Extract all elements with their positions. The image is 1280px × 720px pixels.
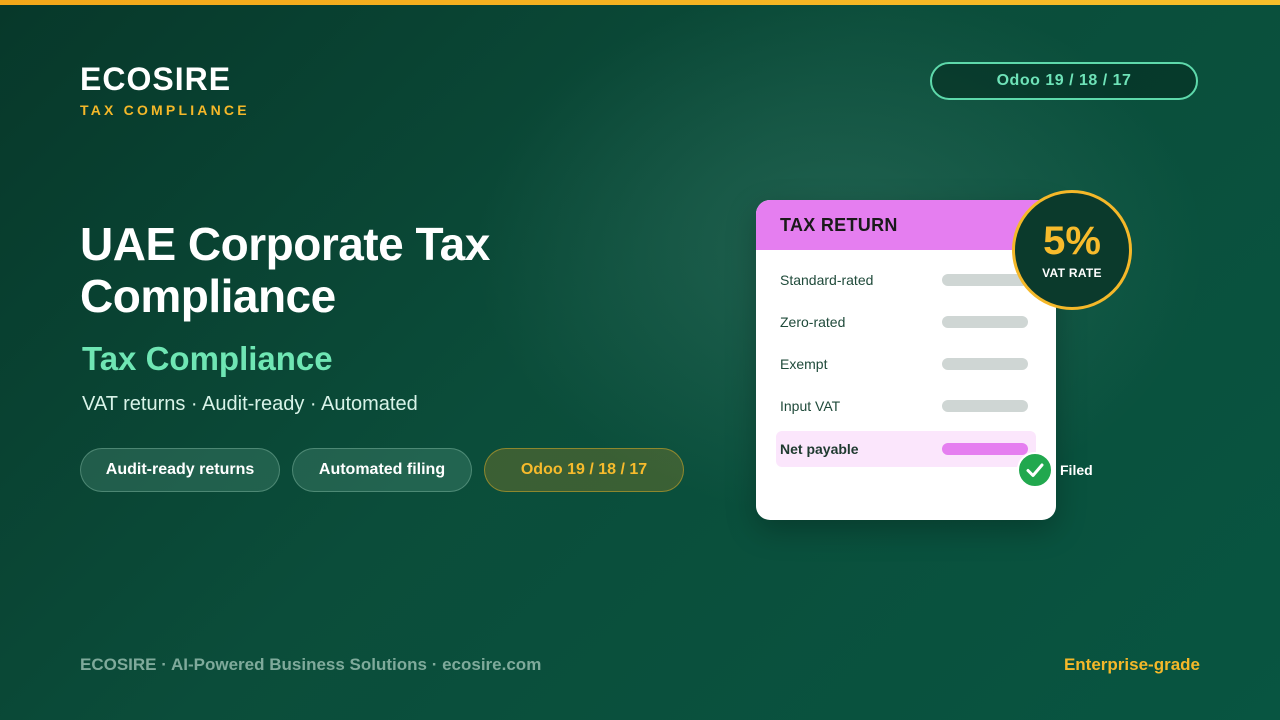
tax-row-input-vat: Input VAT — [776, 388, 1036, 424]
brand: ECOSIRE TAX COMPLIANCE — [80, 62, 250, 118]
tax-row-label: Zero-rated — [780, 314, 846, 330]
vat-rate-label: VAT RATE — [1042, 266, 1102, 280]
tax-row-zero-rated: Zero-rated — [776, 304, 1036, 340]
chip-odoo-versions: Odoo 19 / 18 / 17 — [484, 448, 684, 492]
tax-return-header: TAX RETURN — [756, 200, 1056, 250]
brand-name: ECOSIRE — [80, 61, 232, 97]
tax-row-label: Standard-rated — [780, 272, 874, 288]
hero-features: VAT returns · Audit-ready · Automated — [82, 393, 418, 415]
hero-title: UAE Corporate Tax Compliance — [80, 218, 490, 322]
tax-row-bar — [942, 316, 1028, 328]
feature-chips: Audit-ready returns Automated filing Odo… — [80, 448, 684, 492]
chip-automated-filing: Automated filing — [292, 448, 472, 492]
tax-row-exempt: Exempt — [776, 346, 1036, 382]
tax-row-bar — [942, 358, 1028, 370]
version-pill: Odoo 19 / 18 / 17 — [930, 62, 1198, 100]
tax-row-label: Input VAT — [780, 398, 841, 414]
tax-row-bar — [942, 274, 1028, 286]
vat-rate-value: 5% — [1043, 219, 1101, 263]
tax-row-standard-rated: Standard-rated — [776, 262, 1036, 298]
tax-row-label: Net payable — [780, 441, 859, 457]
hero-subtitle: Tax Compliance — [82, 340, 333, 377]
check-icon — [1017, 452, 1053, 488]
filed-label: Filed — [1060, 462, 1093, 478]
top-accent-bar — [0, 0, 1280, 5]
tax-row-label: Exempt — [780, 356, 828, 372]
vat-rate-badge: 5% VAT RATE — [1012, 190, 1132, 310]
filed-indicator: Filed — [1017, 452, 1093, 488]
tax-row-net-payable: Net payable — [776, 431, 1036, 467]
promo-banner: ECOSIRE TAX COMPLIANCE Odoo 19 / 18 / 17… — [0, 0, 1280, 720]
brand-tagline: TAX COMPLIANCE — [80, 102, 250, 118]
tax-row-bar — [942, 400, 1028, 412]
tax-return-card: TAX RETURN Standard-rated Zero-rated Exe… — [756, 200, 1056, 520]
footer-tagline: Enterprise-grade — [1063, 655, 1200, 674]
chip-audit-ready: Audit-ready returns — [80, 448, 280, 492]
footer-credits: ECOSIRE · AI-Powered Business Solutions … — [80, 655, 542, 674]
tax-row-bar — [942, 443, 1028, 455]
